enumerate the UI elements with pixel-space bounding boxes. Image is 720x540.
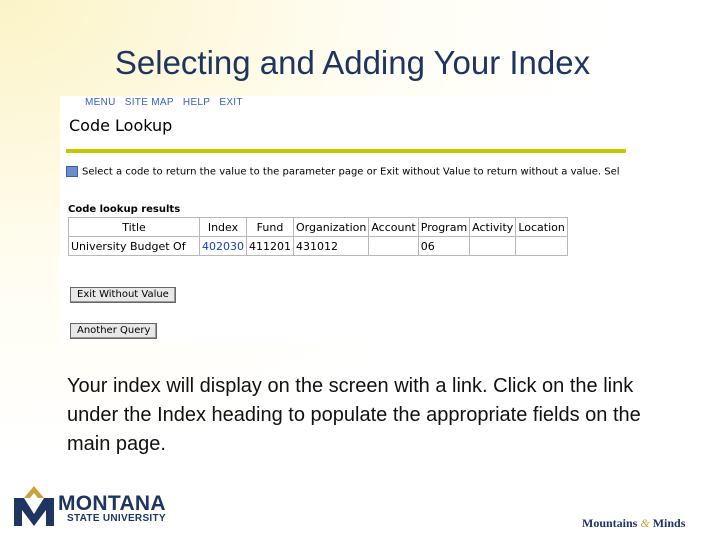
cell-program: 06 [417,236,471,256]
tagline: Mountains & Minds [582,516,685,531]
slide-caption: Your index will display on the screen wi… [67,375,641,455]
header-organization: Organization [292,217,370,237]
page-title: Code Lookup [69,116,173,135]
results-caption: Code lookup results [68,204,181,215]
tagline-ampersand: & [640,516,650,530]
table-header-row: Title Index Fund Organization Account Pr… [68,217,568,237]
cell-account [368,236,419,256]
screenshot-panel: MENU SITE MAP HELP EXIT Code Lookup Sele… [60,96,626,344]
cell-location [515,236,568,256]
title-divider [66,149,626,153]
nav-help-link[interactable]: HELP [183,97,210,108]
info-text: Select a code to return the value to the… [82,166,620,178]
info-message: Select a code to return the value to the… [66,166,620,178]
header-location: Location [515,217,568,237]
top-nav: MENU SITE MAP HELP EXIT [85,97,249,108]
tagline-mountains: Mountains [582,516,638,530]
table-row: University Budget Of 402030 411201 43101… [68,236,568,256]
header-title: Title [68,217,200,237]
nav-menu-link[interactable]: MENU [85,97,116,108]
results-table: Title Index Fund Organization Account Pr… [68,217,568,256]
slide-title: Selecting and Adding Your Index [114,44,591,81]
info-icon [66,166,78,177]
index-link[interactable]: 402030 [202,240,244,253]
header-program: Program [417,217,471,237]
logo-text-state-university: STATE UNIVERSITY [67,513,166,524]
cell-index: 402030 [199,236,247,256]
exit-without-value-button[interactable]: Exit Without Value [70,287,176,303]
tagline-minds: Minds [652,516,686,530]
another-query-button[interactable]: Another Query [70,323,158,339]
nav-exit-link[interactable]: EXIT [219,97,242,108]
nav-site-map-link[interactable]: SITE MAP [125,97,174,108]
cell-organization: 431012 [292,236,370,256]
cell-activity [469,236,517,256]
cell-fund: 411201 [246,236,294,256]
header-index: Index [199,217,247,237]
cell-title: University Budget Of [68,236,200,256]
header-fund: Fund [246,217,294,237]
header-account: Account [368,217,419,237]
header-activity: Activity [469,217,517,237]
